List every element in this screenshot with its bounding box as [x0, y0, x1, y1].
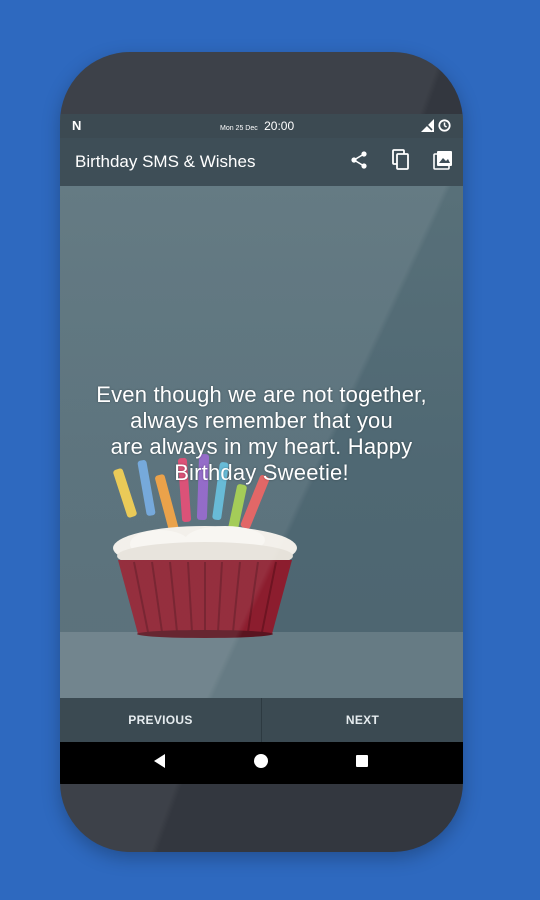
copy-button[interactable]	[389, 148, 413, 176]
notification-icon: N	[72, 118, 82, 133]
wish-message: Even though we are not together, always …	[96, 382, 427, 485]
status-bar: N Mon 25 Dec 20:00	[60, 114, 463, 138]
next-button[interactable]: NEXT	[262, 698, 463, 742]
system-nav-bar	[60, 742, 463, 784]
signal-off-icon	[421, 119, 434, 137]
status-time: 20:00	[264, 119, 295, 133]
recents-icon	[354, 753, 370, 774]
phone-frame: N Mon 25 Dec 20:00 Birthday SMS & Wishes…	[60, 52, 463, 852]
copy-icon	[391, 148, 411, 176]
status-clock: Mon 25 Dec 20:00	[220, 119, 294, 133]
phone-screen: N Mon 25 Dec 20:00 Birthday SMS & Wishes…	[60, 114, 463, 784]
alarm-icon	[438, 119, 451, 137]
image-icon	[432, 149, 454, 176]
status-date: Mon 25 Dec	[220, 125, 258, 132]
home-button[interactable]	[251, 753, 271, 773]
app-title: Birthday SMS & Wishes	[75, 152, 256, 171]
app-actions	[347, 148, 455, 176]
back-button[interactable]	[150, 753, 170, 773]
pager-buttons: PREVIOUS NEXT	[60, 698, 463, 742]
app-bar: Birthday SMS & Wishes	[60, 138, 463, 186]
share-icon	[349, 150, 369, 175]
share-button[interactable]	[347, 150, 371, 174]
back-icon	[152, 753, 168, 774]
status-icons	[421, 119, 451, 137]
wish-card: Even though we are not together, always …	[60, 186, 463, 698]
recents-button[interactable]	[352, 753, 372, 773]
home-icon	[253, 753, 269, 774]
previous-button[interactable]: PREVIOUS	[60, 698, 261, 742]
image-button[interactable]	[431, 150, 455, 174]
